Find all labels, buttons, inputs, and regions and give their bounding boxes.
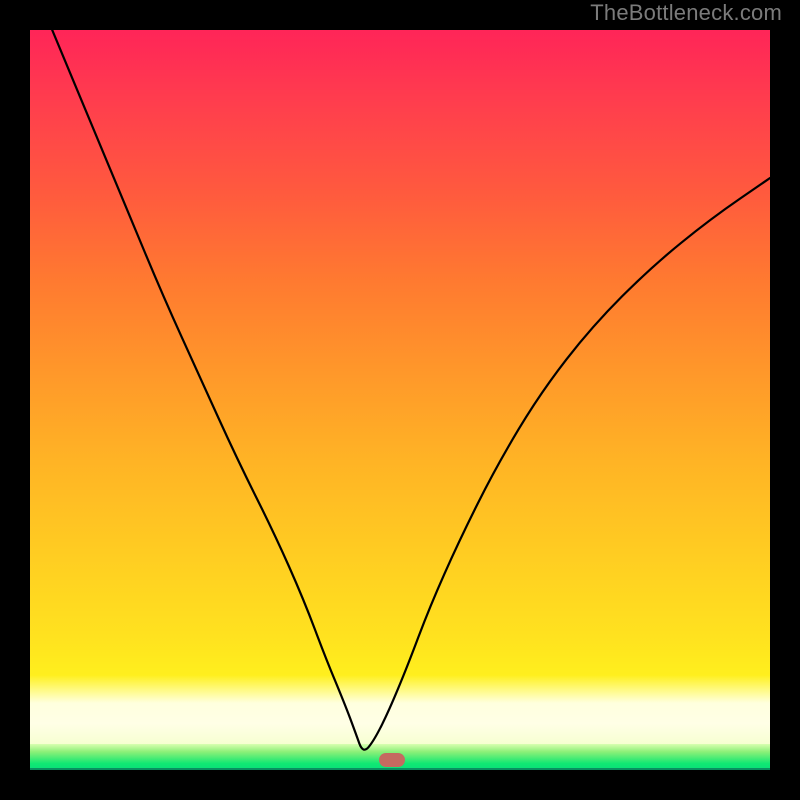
plot-area: [30, 30, 770, 770]
curve-svg: [30, 30, 770, 770]
watermark-text: TheBottleneck.com: [590, 0, 782, 26]
chart-frame: TheBottleneck.com: [0, 0, 800, 800]
optimal-marker: [379, 753, 405, 767]
bottleneck-curve-path: [52, 30, 770, 750]
